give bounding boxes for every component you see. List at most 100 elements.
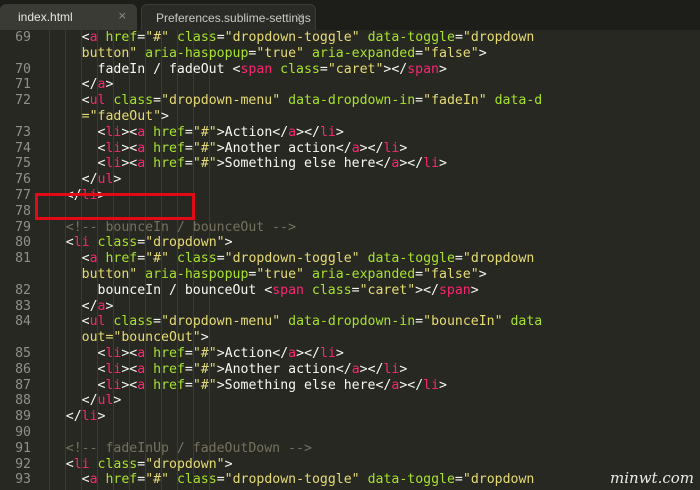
code-token: ></ bbox=[296, 124, 320, 140]
tab-preferences[interactable]: Preferences.sublime-settings × bbox=[141, 4, 316, 30]
code-token: <!-- fadeInUp / fadeOutDown --> bbox=[34, 440, 312, 456]
code-token: "#" bbox=[145, 251, 170, 267]
code-token: >< bbox=[121, 377, 138, 393]
code-token: >Action</ bbox=[216, 124, 289, 140]
code-token: < bbox=[34, 456, 74, 472]
code-token: data-dropdown-in bbox=[288, 314, 416, 330]
line-number: 71 bbox=[15, 77, 31, 93]
code-token: a bbox=[351, 140, 360, 156]
code-token: ul bbox=[89, 314, 106, 330]
code-token: a bbox=[288, 124, 297, 140]
close-icon[interactable]: × bbox=[118, 9, 127, 22]
code-token: "true" bbox=[256, 266, 304, 282]
code-line: bounceIn / bounceOut <span class="caret"… bbox=[34, 283, 700, 299]
close-icon[interactable]: × bbox=[296, 10, 305, 23]
code-token: = bbox=[415, 93, 424, 109]
code-token: = bbox=[184, 124, 193, 140]
code-token: = bbox=[184, 361, 193, 377]
tab-index-html[interactable]: index.html × bbox=[0, 4, 137, 30]
tab-bar: index.html × Preferences.sublime-setting… bbox=[0, 0, 700, 30]
code-token: = bbox=[216, 472, 225, 488]
code-token: < bbox=[34, 235, 74, 251]
code-editor[interactable]: <a href="#" class="dropdown-toggle" data… bbox=[34, 30, 700, 490]
code-token: "true" bbox=[256, 45, 304, 61]
code-token: = bbox=[184, 140, 193, 156]
code-token: "#" bbox=[145, 30, 170, 45]
code-token: = bbox=[415, 45, 424, 61]
code-token: > bbox=[399, 361, 408, 377]
code-token: "#" bbox=[192, 377, 217, 393]
code-token: data-d bbox=[494, 93, 543, 109]
code-line: </a> bbox=[34, 77, 700, 93]
code-token: < bbox=[34, 93, 90, 109]
code-token: "dropdown bbox=[462, 472, 535, 488]
code-token: < bbox=[34, 251, 90, 267]
code-line: button" aria-haspopup = "true" aria-expand… bbox=[34, 46, 700, 62]
code-line: <li><a href="#">Action</a></li> bbox=[34, 346, 700, 362]
code-token: = bbox=[153, 314, 162, 330]
code-token: href bbox=[105, 472, 138, 488]
code-token: class bbox=[97, 456, 138, 472]
code-token: >Another action</ bbox=[216, 140, 352, 156]
code-token: = bbox=[454, 251, 463, 267]
code-token: fadeIn / fadeOut bbox=[34, 61, 233, 77]
code-token: ="fadeOut" bbox=[34, 108, 162, 124]
code-token: "#" bbox=[145, 472, 170, 488]
code-token: > bbox=[478, 266, 487, 282]
code-token: > bbox=[113, 393, 122, 409]
code-token: = bbox=[137, 472, 146, 488]
code-token: href bbox=[153, 156, 185, 172]
line-number: 69 bbox=[15, 30, 31, 45]
code-token: = bbox=[137, 251, 146, 267]
line-number: 85 bbox=[15, 345, 31, 361]
tab-label: index.html bbox=[18, 10, 73, 24]
code-token: href bbox=[153, 140, 185, 156]
code-token: < bbox=[81, 30, 90, 45]
code-token: "#" bbox=[192, 140, 217, 156]
code-token: "dropdown bbox=[462, 30, 535, 45]
code-token: < bbox=[34, 345, 106, 361]
line-number-gutter: 69 70 71 72 73 74 75 76 77 78 79 80 81 82 83 84 85 86 87 88… bbox=[0, 30, 34, 490]
code-token: span bbox=[240, 61, 273, 77]
code-token: data-toggle bbox=[367, 30, 455, 45]
code-token: < bbox=[264, 282, 273, 298]
code-token: span bbox=[272, 282, 304, 298]
code-token: class bbox=[177, 30, 217, 45]
code-line: fadeIn / fadeOut <span class="caret"></s… bbox=[34, 62, 700, 78]
code-token: li bbox=[423, 377, 440, 393]
code-token: "dropdown-toggle" bbox=[224, 472, 360, 488]
code-token: >Action</ bbox=[216, 345, 289, 361]
line-number: 80 bbox=[15, 235, 31, 251]
code-line: </ul> bbox=[34, 172, 700, 188]
line-number: 70 bbox=[15, 61, 31, 77]
code-token: >Something else here</ bbox=[216, 156, 392, 172]
code-token: > bbox=[113, 172, 122, 188]
line-number bbox=[0, 46, 34, 62]
code-token: li bbox=[105, 140, 122, 156]
code-token: >Another action</ bbox=[216, 361, 352, 377]
code-token: "dropdown" bbox=[145, 456, 225, 472]
code-token: < bbox=[34, 156, 106, 172]
code-token: ></ bbox=[383, 61, 408, 77]
code-line: <li class="dropdown"> bbox=[34, 457, 700, 473]
code-token: = bbox=[319, 61, 328, 77]
code-token: < bbox=[34, 314, 90, 330]
line-number: 92 bbox=[15, 456, 31, 472]
code-token: ></ bbox=[399, 156, 424, 172]
code-line: </ul> bbox=[34, 393, 700, 409]
code-token: ul bbox=[97, 172, 114, 188]
code-token: < bbox=[34, 361, 106, 377]
code-token: class bbox=[113, 314, 154, 330]
code-token: ul bbox=[89, 93, 106, 109]
code-token: = bbox=[216, 251, 225, 267]
code-line: <li class="dropdown"> bbox=[34, 235, 700, 251]
code-token: = bbox=[153, 93, 162, 109]
